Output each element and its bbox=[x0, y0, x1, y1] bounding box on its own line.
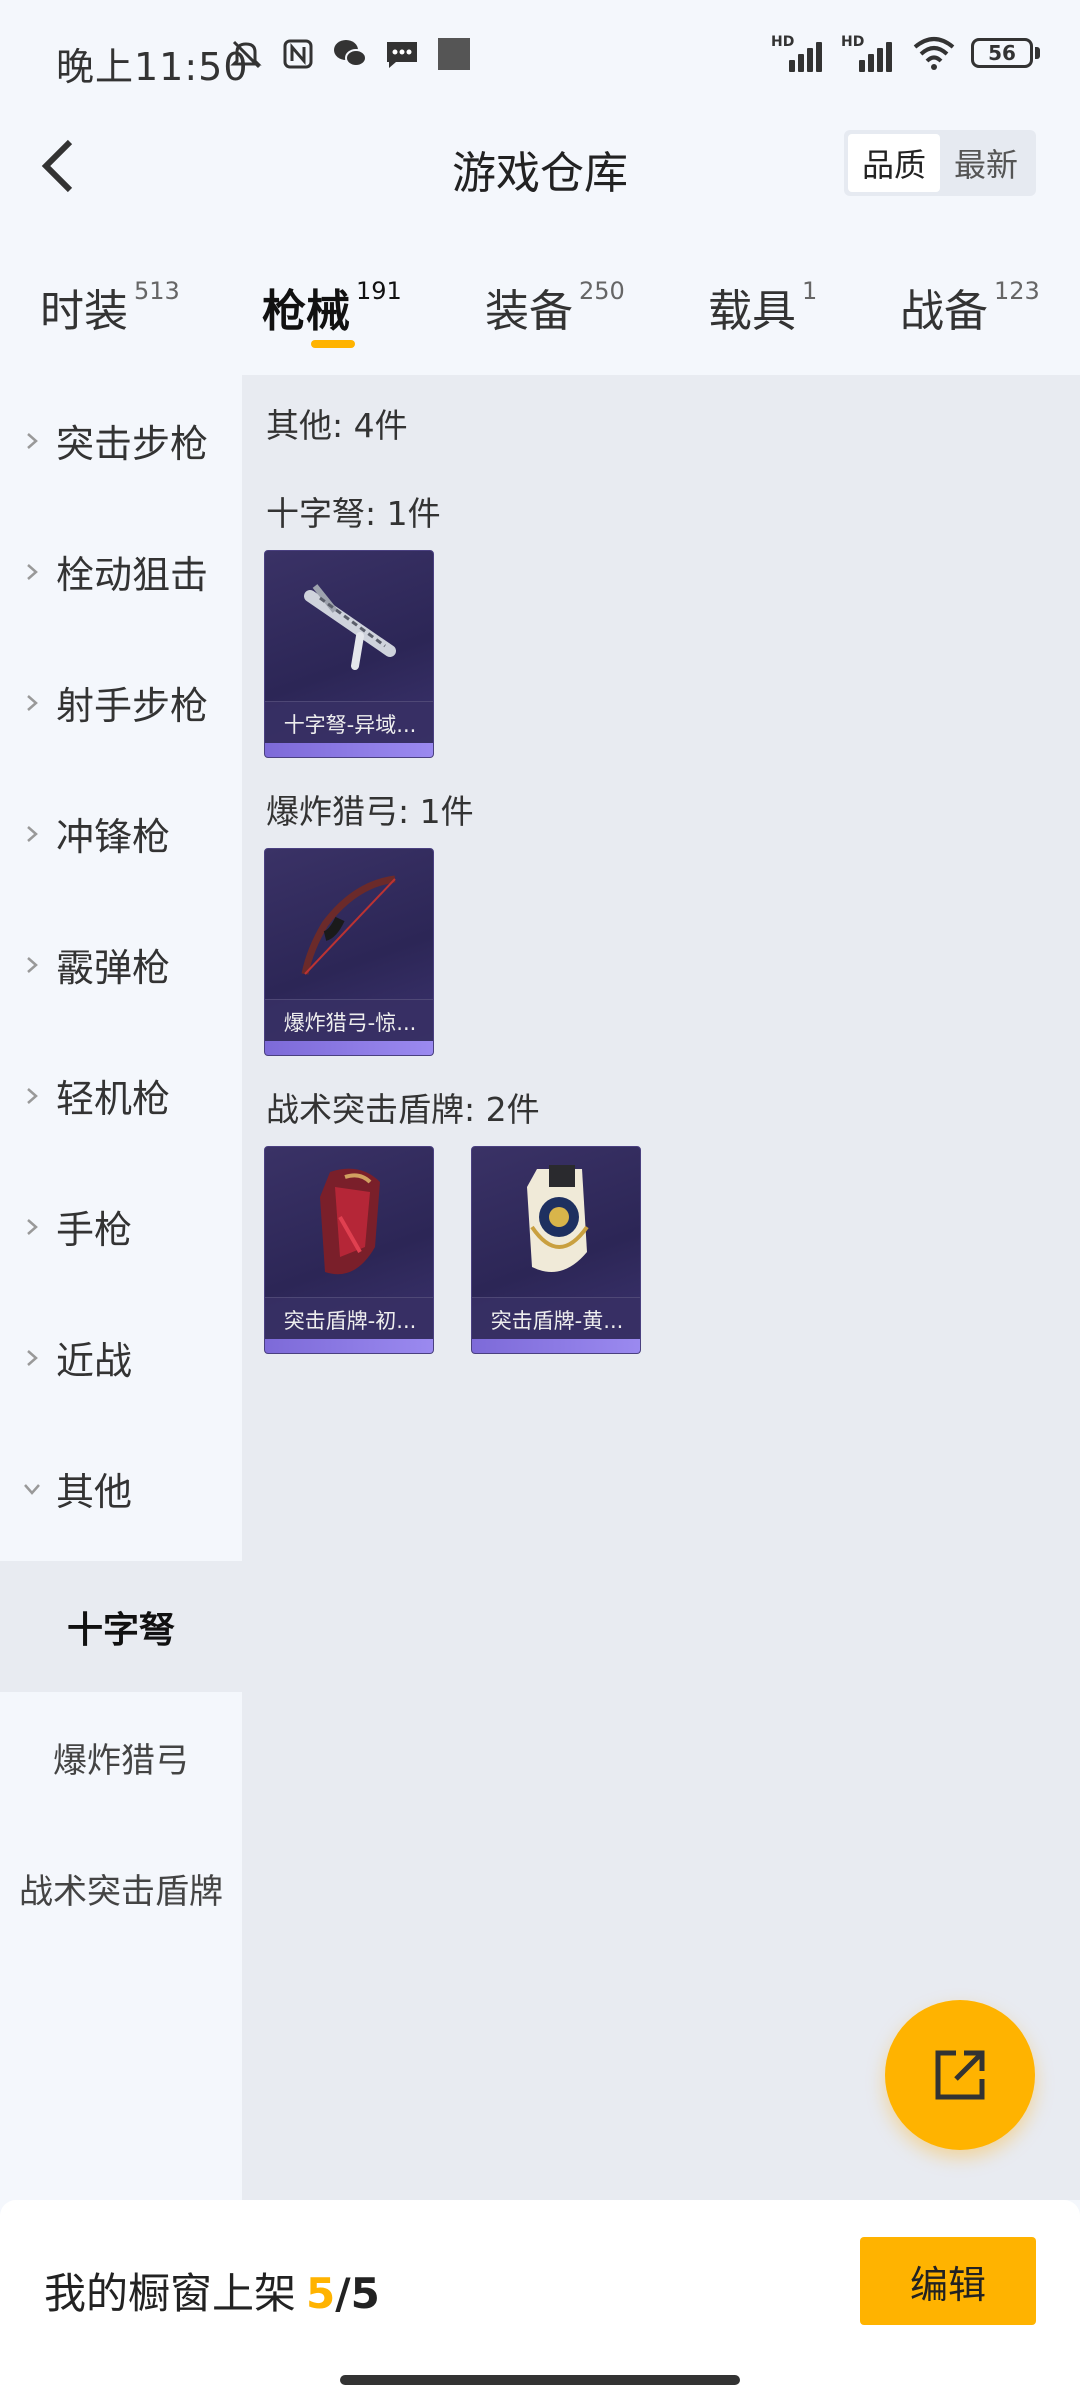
shield-icon bbox=[472, 1147, 640, 1297]
sort-quality-button[interactable]: 品质 bbox=[848, 134, 940, 192]
showcase-separator: / bbox=[335, 2269, 351, 2318]
shield-icon bbox=[265, 1147, 433, 1297]
item-card-shield-1[interactable]: 突击盾牌-初... bbox=[264, 1146, 434, 1354]
sort-latest-button[interactable]: 最新 bbox=[940, 134, 1032, 192]
sidebar-item-label: 近战 bbox=[56, 1339, 133, 1383]
tab-count: 123 bbox=[994, 277, 1040, 305]
chevron-down-icon bbox=[22, 1479, 42, 1499]
sidebar-subitem-crossbow[interactable]: 十字弩 bbox=[0, 1561, 242, 1692]
sidebar-item-label: 栓动狙击 bbox=[56, 553, 209, 597]
section-header-explosive-bow: 爆炸猎弓: 1件 bbox=[266, 792, 474, 831]
chevron-right-icon bbox=[22, 562, 42, 582]
bow-icon bbox=[265, 849, 433, 999]
bell-off-icon bbox=[228, 36, 264, 72]
signal-hd-icon-2: HD bbox=[841, 34, 897, 72]
tab-count: 191 bbox=[356, 277, 402, 305]
item-name: 爆炸猎弓-惊... bbox=[265, 999, 433, 1043]
tab-label: 战备 bbox=[900, 286, 988, 337]
chevron-right-icon bbox=[22, 431, 42, 451]
showcase-current-count: 5 bbox=[306, 2269, 336, 2318]
category-summary: 其他: 4件 bbox=[266, 406, 408, 445]
tab-count: 1 bbox=[802, 277, 818, 305]
sidebar-item-label: 突击步枪 bbox=[56, 422, 209, 466]
tab-equipment[interactable]: 装备 250 bbox=[485, 275, 625, 339]
sidebar-item-label: 射手步枪 bbox=[56, 684, 209, 728]
sidebar-item-label: 其他 bbox=[56, 1470, 133, 1514]
sidebar-item-lmg[interactable]: 轻机枪 bbox=[0, 1030, 242, 1161]
home-indicator bbox=[340, 2375, 740, 2385]
tab-label: 载具 bbox=[708, 286, 796, 337]
chevron-right-icon bbox=[22, 824, 42, 844]
share-external-icon bbox=[935, 2050, 985, 2100]
status-bar: 晚上11:50 HD HD 56 bbox=[0, 0, 1080, 115]
active-tab-indicator bbox=[311, 340, 355, 348]
item-name: 突击盾牌-黄... bbox=[472, 1297, 640, 1341]
share-fab-button[interactable] bbox=[885, 2000, 1035, 2150]
rarity-bar bbox=[265, 743, 433, 757]
battery-icon: 56 bbox=[971, 38, 1040, 68]
app-square-icon bbox=[436, 36, 472, 72]
chevron-right-icon bbox=[22, 1217, 42, 1237]
category-tabs: 时装 513 枪械 191 装备 250 载具 1 战备 123 bbox=[0, 255, 1080, 365]
sidebar-subitem-tactical-shield[interactable]: 战术突击盾牌 bbox=[0, 1823, 242, 1954]
sidebar-item-label: 轻机枪 bbox=[56, 1077, 171, 1121]
item-list-panel: 其他: 4件 十字弩: 1件 十字弩-异域... 爆炸猎弓: 1件 爆炸猎弓-惊… bbox=[242, 375, 1080, 2200]
wechat-icon bbox=[332, 36, 368, 72]
sidebar-item-melee[interactable]: 近战 bbox=[0, 1292, 242, 1423]
sidebar-item-shotgun[interactable]: 霰弹枪 bbox=[0, 899, 242, 1030]
category-sidebar: 突击步枪 栓动狙击 射手步枪 冲锋枪 霰弹枪 轻机枪 手枪 近战 其他 十字弩 … bbox=[0, 375, 242, 2200]
tab-vehicles[interactable]: 载具 1 bbox=[708, 275, 817, 339]
app-header: 游戏仓库 品质 最新 bbox=[0, 115, 1080, 215]
rarity-bar bbox=[472, 1339, 640, 1353]
tab-label: 时装 bbox=[40, 286, 128, 337]
signal-hd-icon: HD bbox=[771, 34, 827, 72]
sidebar-item-label: 冲锋枪 bbox=[56, 815, 171, 859]
chevron-right-icon bbox=[22, 693, 42, 713]
sidebar-item-pistol[interactable]: 手枪 bbox=[0, 1161, 242, 1292]
showcase-total-count: 5 bbox=[350, 2269, 380, 2318]
item-card-explosive-bow[interactable]: 爆炸猎弓-惊... bbox=[264, 848, 434, 1056]
item-name: 突击盾牌-初... bbox=[265, 1297, 433, 1341]
showcase-label: 我的橱窗上架 bbox=[44, 2269, 297, 2318]
status-time: 晚上11:50 bbox=[56, 45, 249, 89]
tab-label: 装备 bbox=[485, 286, 573, 337]
sidebar-subitem-explosive-bow[interactable]: 爆炸猎弓 bbox=[0, 1692, 242, 1823]
sidebar-item-assault-rifle[interactable]: 突击步枪 bbox=[0, 375, 242, 506]
bottom-bar: 我的橱窗上架 5 / 5 编辑 bbox=[0, 2200, 1080, 2400]
sidebar-item-label: 霰弹枪 bbox=[56, 946, 171, 990]
tab-count: 513 bbox=[134, 277, 180, 305]
edit-button[interactable]: 编辑 bbox=[860, 2237, 1036, 2325]
message-icon bbox=[384, 36, 420, 72]
sidebar-item-label: 手枪 bbox=[56, 1208, 133, 1252]
chevron-right-icon bbox=[22, 1348, 42, 1368]
chevron-right-icon bbox=[22, 955, 42, 975]
sidebar-item-marksman-rifle[interactable]: 射手步枪 bbox=[0, 637, 242, 768]
sidebar-item-bolt-sniper[interactable]: 栓动狙击 bbox=[0, 506, 242, 637]
item-card-shield-2[interactable]: 突击盾牌-黄... bbox=[471, 1146, 641, 1354]
section-header-crossbow: 十字弩: 1件 bbox=[266, 494, 441, 533]
tab-count: 250 bbox=[579, 277, 625, 305]
tab-label: 枪械 bbox=[262, 286, 350, 337]
sidebar-item-smg[interactable]: 冲锋枪 bbox=[0, 768, 242, 899]
section-header-tactical-shield: 战术突击盾牌: 2件 bbox=[266, 1090, 540, 1129]
tab-readiness[interactable]: 战备 123 bbox=[900, 275, 1040, 339]
tab-firearms[interactable]: 枪械 191 bbox=[262, 275, 402, 339]
app-root: 晚上11:50 HD HD 56 游戏仓库 品质 最新 时装 513 枪械 19… bbox=[0, 0, 1080, 2400]
tab-fashion[interactable]: 时装 513 bbox=[40, 275, 180, 339]
crossbow-icon bbox=[265, 551, 433, 701]
item-card-crossbow[interactable]: 十字弩-异域... bbox=[264, 550, 434, 758]
sort-toggle: 品质 最新 bbox=[844, 130, 1036, 196]
sidebar-item-other[interactable]: 其他 bbox=[0, 1423, 242, 1554]
battery-level: 56 bbox=[971, 38, 1033, 68]
item-name: 十字弩-异域... bbox=[265, 701, 433, 745]
rarity-bar bbox=[265, 1339, 433, 1353]
system-status-icons: HD HD 56 bbox=[771, 34, 1040, 72]
wifi-icon bbox=[911, 35, 957, 71]
showcase-status: 我的橱窗上架 5 / 5 bbox=[44, 2260, 380, 2321]
chevron-right-icon bbox=[22, 1086, 42, 1106]
notification-icons bbox=[228, 36, 472, 72]
nfc-icon bbox=[280, 36, 316, 72]
rarity-bar bbox=[265, 1041, 433, 1055]
